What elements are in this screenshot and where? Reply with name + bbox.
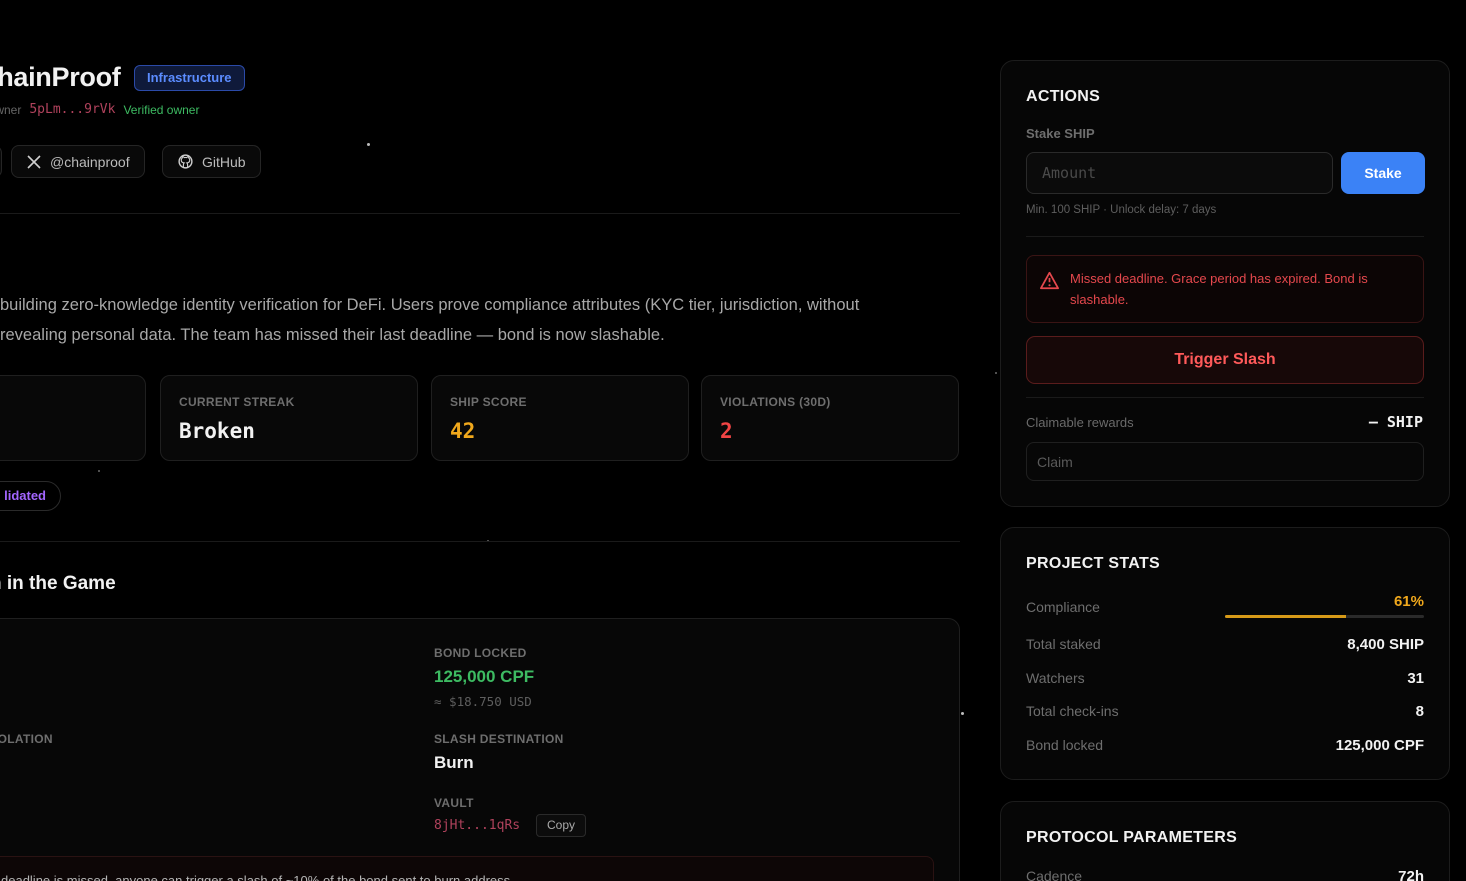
compliance-label: Compliance [1026,599,1100,615]
stat-value: Broken [179,419,255,443]
stake-label: Stake SHIP [1026,126,1095,141]
actions-heading: ACTIONS [1026,88,1101,105]
github-icon [178,154,193,169]
category-badge: Infrastructure [134,65,245,91]
stat-row-value: 125,000 CPF [1335,737,1424,754]
page-title: ChainProof [0,62,121,92]
stat-value: 42 [450,419,476,443]
project-main: ChainProof Infrastructure Owner 5pLm...9… [0,0,960,881]
stat-row-label: Bond locked [1026,737,1104,753]
stat-row-label: Total staked [1026,636,1101,652]
protocol-heading: PROTOCOL PARAMETERS [1026,829,1238,846]
project-description: building zero-knowledge identity verific… [0,296,860,344]
stat-row-compliance: Compliance 61% [1026,593,1424,619]
compliance-value: 61% [1393,593,1424,610]
trigger-slash-button[interactable]: Trigger Slash [1026,336,1424,384]
owner-row: Owner 5pLm...9rVk Verified owner [0,102,199,117]
divider [1026,236,1424,237]
compliance-bar-fill [1225,615,1347,618]
stat-row-label: Watchers [1026,670,1085,686]
stat-row-value: 8 [1415,703,1424,720]
verified-owner-badge: Verified owner [123,102,200,117]
website-link[interactable] [0,145,2,178]
bond-locked-label: BOND LOCKED [434,646,527,660]
owner-address[interactable]: 5pLm...9rVk [29,102,115,117]
x-logo-icon [27,154,41,169]
cadence-value: 72h [1398,868,1424,881]
slash-warning-text: deadline is missed, anyone can trigger a… [1,873,514,881]
stat-label: VIOLATIONS (30D) [720,395,831,409]
bond-usd: ≈ $18.750 USD [434,694,532,709]
divider [1026,397,1424,398]
bond-locked-value: 125,000 CPF [434,667,535,686]
amount-input[interactable] [1026,152,1333,194]
cadence-label: Cadence [1026,868,1083,881]
project-stats-panel: PROJECT STATS Compliance 61% Total stake… [1000,527,1450,780]
stat-label: SHIP SCORE [450,395,527,409]
x-link[interactable]: @chainproof [11,145,145,178]
stat-label: CURRENT STREAK [179,395,295,409]
stat-card-streak: CURRENT STREAK Broken [160,375,418,461]
alert-text: Missed deadline. Grace period has expire… [1070,271,1368,307]
stat-row: Watchers 31 [1026,670,1424,690]
stat-row-label: Total check-ins [1026,703,1119,719]
owner-label: Owner [0,102,22,117]
actions-panel: ACTIONS Stake SHIP Stake Min. 100 SHIP ·… [1000,60,1450,507]
protocol-parameters-panel: PROTOCOL PARAMETERS Cadence 72h [1000,801,1450,881]
slash-destination-value: Burn [434,753,474,772]
violation-label: IOLATION [0,732,53,746]
x-handle: @chainproof [50,153,130,170]
stat-row-cadence: Cadence 72h [1026,868,1424,881]
compliance-bar [1225,615,1424,618]
stat-row-value: 31 [1407,670,1424,687]
stake-hint: Min. 100 SHIP · Unlock delay: 7 days [1026,204,1217,216]
stat-card-violations: VIOLATIONS (30D) 2 [701,375,959,461]
copy-vault-button[interactable]: Copy [536,814,587,837]
project-stats-heading: PROJECT STATS [1026,555,1160,572]
divider [0,213,960,214]
stake-button[interactable]: Stake [1341,152,1425,194]
warning-triangle-icon [1040,271,1059,290]
claimable-value: — SHIP [1368,413,1423,431]
slash-warning: deadline is missed, anyone can trigger a… [0,856,934,881]
slash-destination-label: SLASH DESTINATION [434,732,564,746]
section-heading: n in the Game [0,573,116,594]
claim-button[interactable]: Claim [1026,442,1424,481]
github-link[interactable]: GitHub [162,145,261,178]
github-label: GitHub [202,153,246,170]
divider [0,541,960,542]
status-pill: lidated [0,481,61,511]
vault-address: 8jHt...1qRs [434,818,521,833]
vault-label: VAULT [434,796,474,810]
claimable-label: Claimable rewards [1026,415,1134,430]
stat-value: 2 [720,419,733,443]
stat-row: Total staked 8,400 SHIP [1026,636,1424,656]
stat-card-ship-score: SHIP SCORE 42 [431,375,689,461]
stat-row: Total check-ins 8 [1026,703,1424,723]
stat-row: Bond locked 125,000 CPF [1026,737,1424,757]
stat-card-partial [0,375,146,461]
slash-alert: Missed deadline. Grace period has expire… [1026,255,1424,323]
stat-row-value: 8,400 SHIP [1347,636,1424,653]
